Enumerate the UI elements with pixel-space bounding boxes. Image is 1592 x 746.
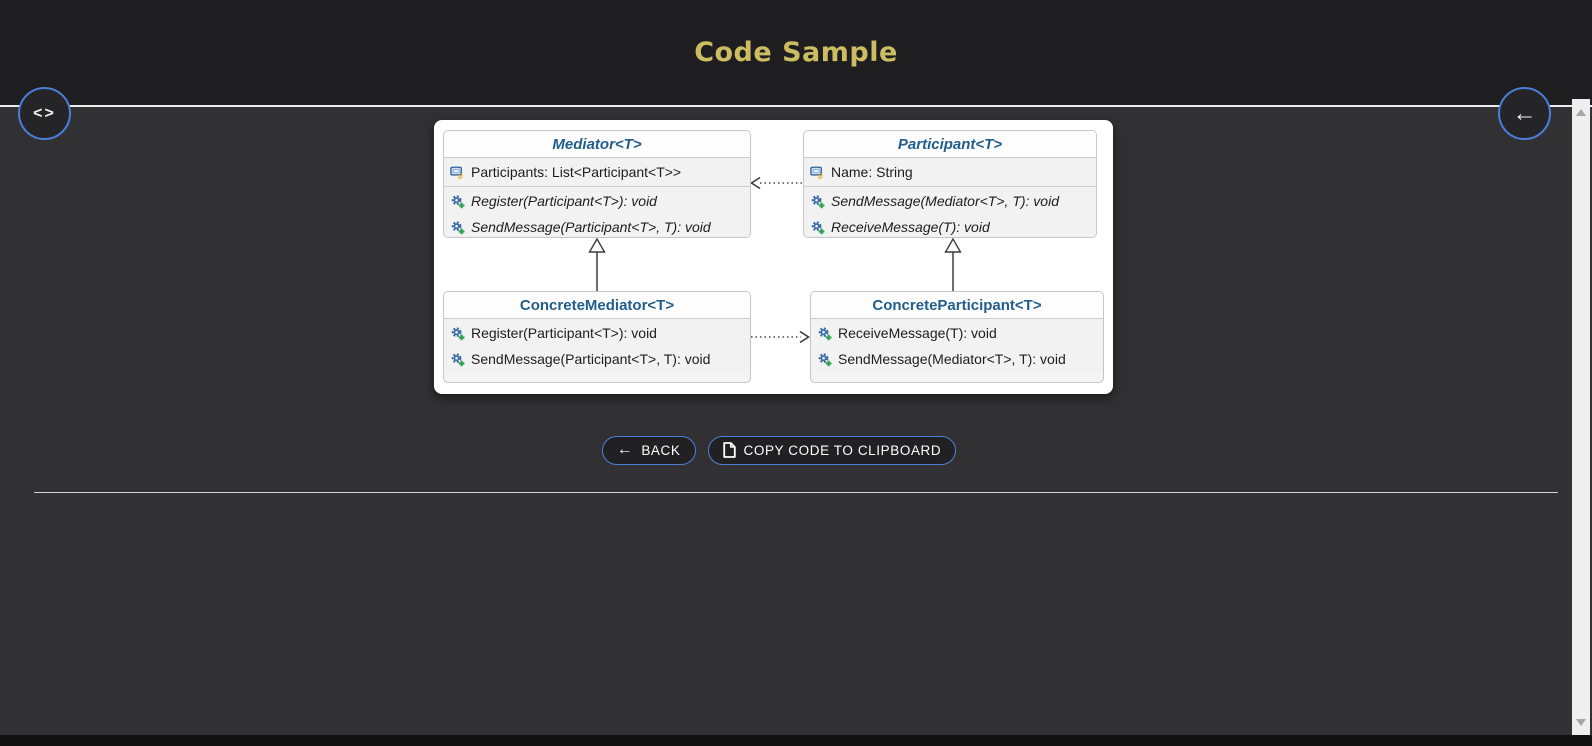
method-gear-icon <box>450 220 465 235</box>
uml-class-name: ConcreteMediator<T> <box>444 292 750 319</box>
svg-text:#: # <box>458 171 463 180</box>
uml-method-text: ReceiveMessage(T): void <box>831 219 990 235</box>
uml-method-text: SendMessage(Mediator<T>, T): void <box>831 193 1059 209</box>
page: Code Sample <> ← Mediator<T> # Participa… <box>0 0 1592 746</box>
app-header: Code Sample <box>0 0 1592 107</box>
copy-code-button-label: COPY CODE TO CLIPBOARD <box>743 442 942 458</box>
uml-class-name: Mediator<T> <box>444 131 750 158</box>
uml-diagram-panel: Mediator<T> # Participants: List<Partici… <box>434 120 1113 394</box>
page-title: Code Sample <box>694 37 898 68</box>
uml-method-row: Register(Participant<T>): void <box>444 188 750 214</box>
back-nav-button[interactable]: ← <box>1498 87 1551 140</box>
uml-class-name: ConcreteParticipant<T> <box>811 292 1103 319</box>
uml-class-mediator: Mediator<T> # Participants: List<Partici… <box>443 130 751 238</box>
uml-class-concrete-participant: ConcreteParticipant<T> ReceiveMessage(T)… <box>810 291 1104 383</box>
field-icon: # <box>810 165 825 180</box>
back-button-label: BACK <box>641 442 681 458</box>
uml-method-row: ReceiveMessage(T): void <box>811 320 1103 346</box>
section-divider <box>34 492 1558 493</box>
uml-attribute-row: # Participants: List<Participant<T>> <box>444 158 750 186</box>
uml-method-text: SendMessage(Participant<T>, T): void <box>471 351 711 367</box>
method-gear-icon <box>817 326 832 341</box>
method-gear-icon <box>810 194 825 209</box>
uml-class-concrete-mediator: ConcreteMediator<T> Register(Participant… <box>443 291 751 383</box>
bottom-edge-bar <box>0 735 1592 746</box>
action-button-row: ← BACK COPY CODE TO CLIPBOARD <box>0 435 1558 465</box>
uml-method-text: ReceiveMessage(T): void <box>838 325 997 341</box>
uml-method-text: Register(Participant<T>): void <box>471 193 657 209</box>
view-code-button[interactable]: <> <box>18 87 71 140</box>
document-icon <box>722 442 736 458</box>
uml-attribute-text: Participants: List<Participant<T>> <box>471 164 682 180</box>
code-icon: <> <box>33 104 56 122</box>
method-gear-icon <box>810 220 825 235</box>
uml-method-text: SendMessage(Mediator<T>, T): void <box>838 351 1066 367</box>
back-button[interactable]: ← BACK <box>601 435 696 465</box>
scroll-up-icon[interactable] <box>1576 109 1586 116</box>
method-gear-icon <box>817 352 832 367</box>
uml-method-row: ReceiveMessage(T): void <box>804 214 1096 237</box>
back-arrow-icon: ← <box>1512 99 1537 127</box>
field-icon: # <box>450 165 465 180</box>
uml-method-row: SendMessage(Participant<T>, T): void <box>444 214 750 237</box>
left-arrow-icon: ← <box>616 441 634 458</box>
method-gear-icon <box>450 194 465 209</box>
uml-method-row: SendMessage(Mediator<T>, T): void <box>811 346 1103 372</box>
method-gear-icon <box>450 352 465 367</box>
uml-method-row: SendMessage(Participant<T>, T): void <box>444 346 750 372</box>
uml-class-name: Participant<T> <box>804 131 1096 158</box>
method-gear-icon <box>450 326 465 341</box>
svg-text:#: # <box>818 171 823 180</box>
uml-method-row: Register(Participant<T>): void <box>444 320 750 346</box>
uml-class-participant: Participant<T> # Name: String SendMessag… <box>803 130 1097 238</box>
scroll-down-icon[interactable] <box>1576 719 1586 726</box>
uml-attribute-text: Name: String <box>831 164 913 180</box>
uml-method-text: SendMessage(Participant<T>, T): void <box>471 219 711 235</box>
uml-method-row: SendMessage(Mediator<T>, T): void <box>804 188 1096 214</box>
copy-code-button[interactable]: COPY CODE TO CLIPBOARD <box>707 435 957 465</box>
uml-attribute-row: # Name: String <box>804 158 1096 186</box>
uml-method-text: Register(Participant<T>): void <box>471 325 657 341</box>
vertical-scrollbar[interactable] <box>1572 99 1590 736</box>
